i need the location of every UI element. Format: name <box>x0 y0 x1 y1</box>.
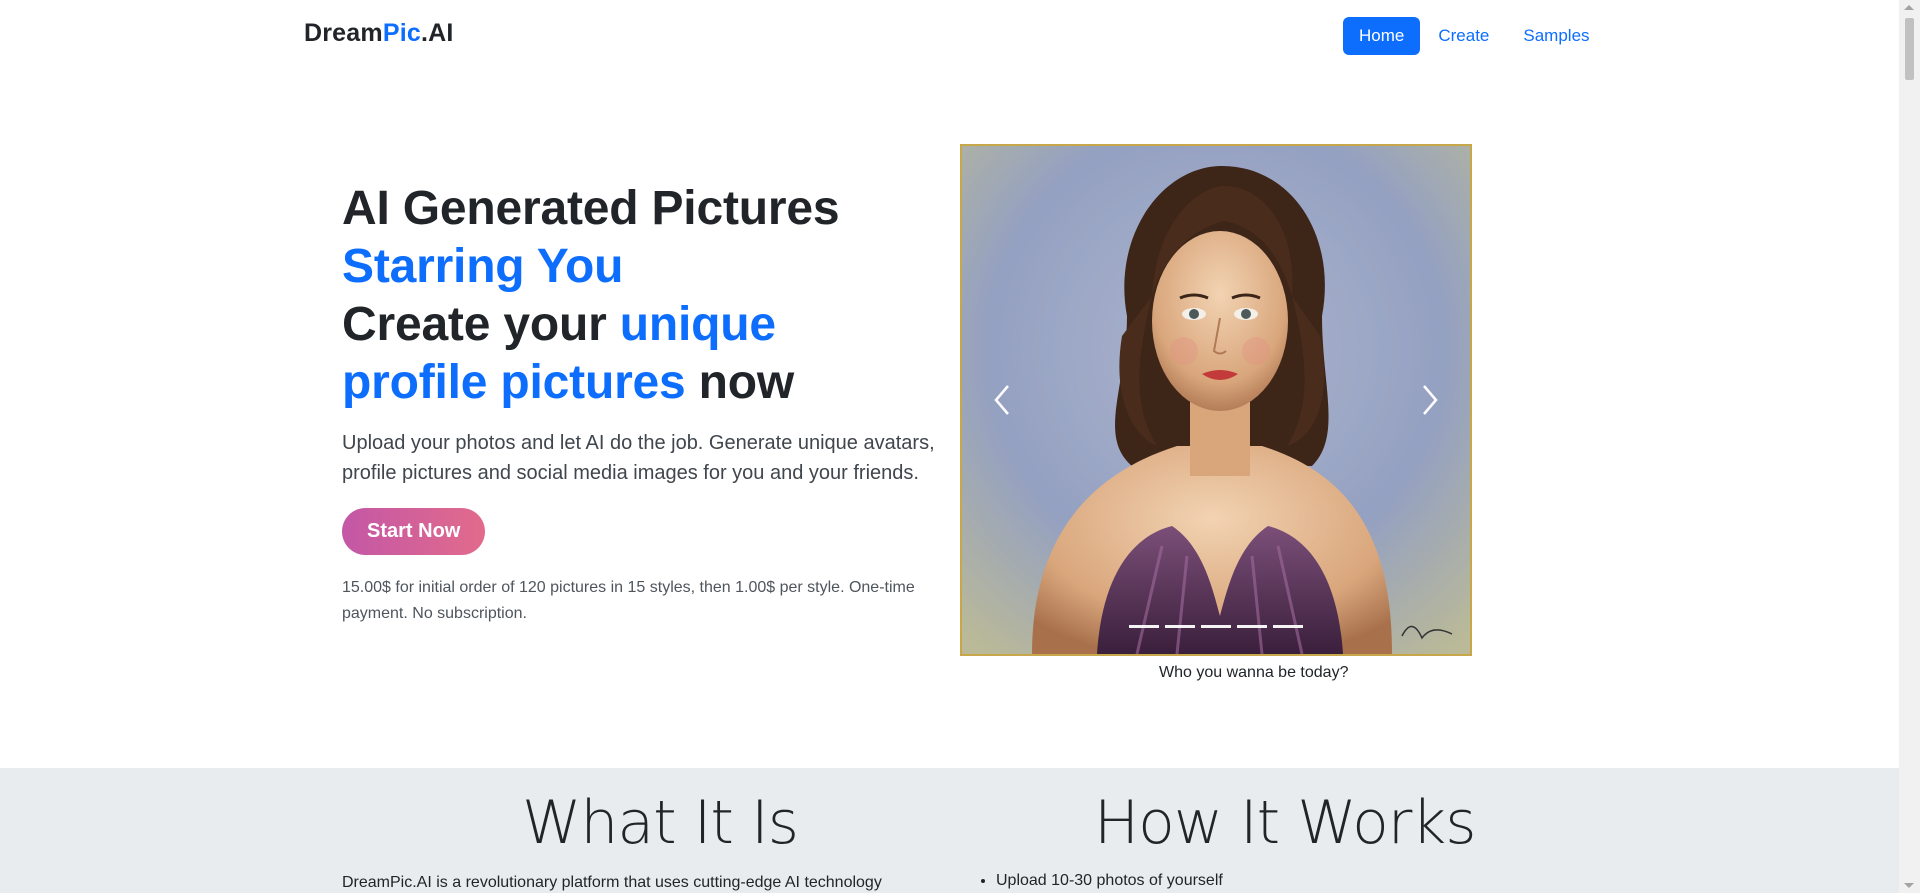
what-it-is-heading: What It Is <box>522 788 799 858</box>
nav-create-link[interactable]: Create <box>1422 18 1505 54</box>
carousel-indicators <box>962 625 1470 628</box>
hero-section: AI Generated Pictures Starring You Creat… <box>342 180 942 627</box>
brand-prefix: Dream <box>304 19 383 47</box>
how-it-works-list: Upload 10-30 photos of yourself <box>977 872 1223 890</box>
what-it-is-text: DreamPic.AI is a revolutionary platform … <box>342 874 882 891</box>
how-it-works-step: Upload 10-30 photos of yourself <box>996 872 1223 890</box>
brand-logo[interactable]: DreamPic.AI <box>304 19 454 48</box>
carousel-caption: Who you wanna be today? <box>1159 664 1349 681</box>
navbar: DreamPic.AI Home Create Samples <box>0 0 1899 72</box>
price-note: 15.00$ for initial order of 120 pictures… <box>342 579 915 622</box>
nav-samples-link[interactable]: Samples <box>1507 18 1605 54</box>
hero-title-line1: AI Generated Pictures <box>342 182 840 235</box>
chevron-right-icon <box>1423 385 1438 415</box>
carousel-next-button[interactable] <box>1390 146 1470 654</box>
how-it-works-heading: How It Works <box>1094 788 1476 858</box>
brand-suffix: .AI <box>420 19 454 47</box>
hero-title: AI Generated Pictures Starring You Creat… <box>342 180 942 412</box>
nav-home-link[interactable]: Home <box>1343 17 1421 55</box>
scroll-down-arrow-icon[interactable] <box>1904 883 1914 888</box>
scroll-up-arrow-icon[interactable] <box>1904 5 1914 10</box>
hero-title-line3a: Create your <box>342 298 620 351</box>
chevron-left-icon <box>994 385 1009 415</box>
hero-lead: Upload your photos and let AI do the job… <box>342 432 935 484</box>
carousel-indicator-3[interactable] <box>1201 625 1231 628</box>
image-carousel <box>960 144 1472 656</box>
info-section: What It Is How It Works DreamPic.AI is a… <box>0 768 1899 893</box>
hero-title-line4b: now <box>685 356 795 409</box>
scroll-thumb[interactable] <box>1905 18 1914 80</box>
hero-title-line4a: profile pictures <box>342 356 686 409</box>
hero-title-line3b: unique <box>619 298 776 351</box>
carousel-indicator-1[interactable] <box>1129 625 1159 628</box>
hero-title-line2: Starring You <box>342 240 624 293</box>
carousel-indicator-2[interactable] <box>1165 625 1195 628</box>
nav-links: Home Create Samples <box>1343 16 1608 56</box>
brand-accent: Pic <box>382 19 421 47</box>
carousel-indicator-5[interactable] <box>1273 625 1303 628</box>
carousel-indicator-4[interactable] <box>1237 625 1267 628</box>
start-now-button[interactable]: Start Now <box>342 508 486 555</box>
carousel-prev-button[interactable] <box>962 146 1042 654</box>
page-scrollbar[interactable] <box>1899 0 1920 893</box>
